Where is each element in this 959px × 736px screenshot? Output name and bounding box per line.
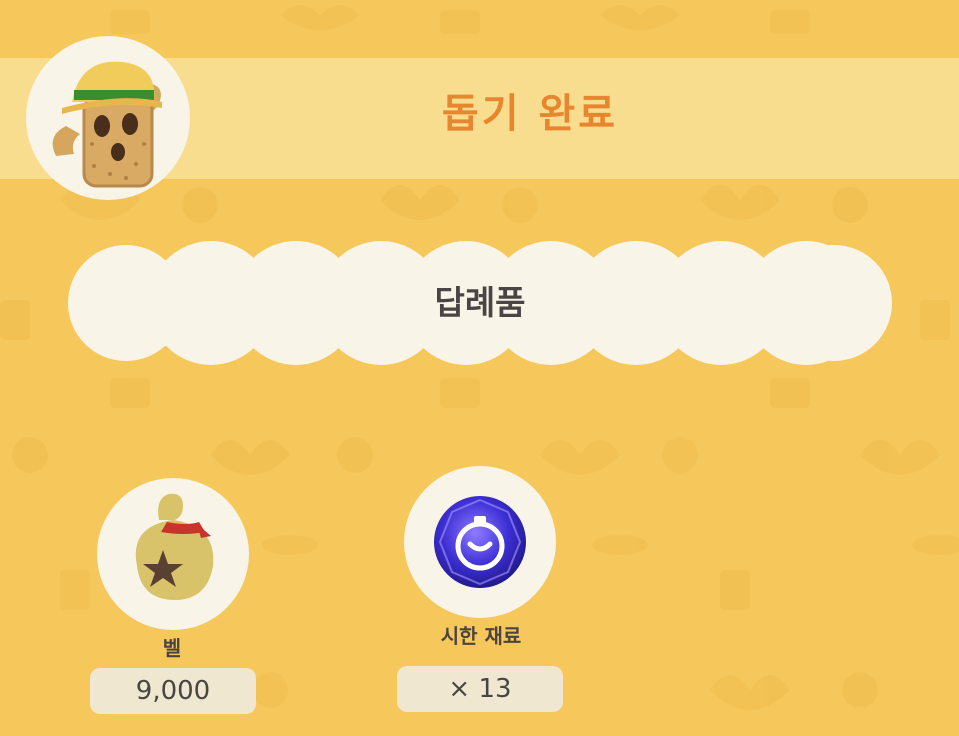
reward-icon-frame: [97, 478, 249, 630]
page-title: 돕기 완료: [441, 91, 619, 137]
rewards-title: 답례품: [434, 283, 526, 322]
avatar: [26, 36, 190, 200]
reward-icon-frame: [404, 466, 556, 618]
reward-name: 시한 재료: [440, 624, 522, 648]
timer-crystal-icon: [434, 496, 526, 588]
bell-bag-icon: [135, 493, 214, 600]
reward-count: × 13: [397, 666, 563, 712]
reward-name: 벨: [162, 636, 182, 660]
reward-count: 9,000: [90, 668, 256, 714]
reward-screen: 돕기 완료 답례품 벨 9,000 시한 재료 × 13: [0, 0, 959, 736]
cactus-helper-icon: [52, 61, 162, 188]
